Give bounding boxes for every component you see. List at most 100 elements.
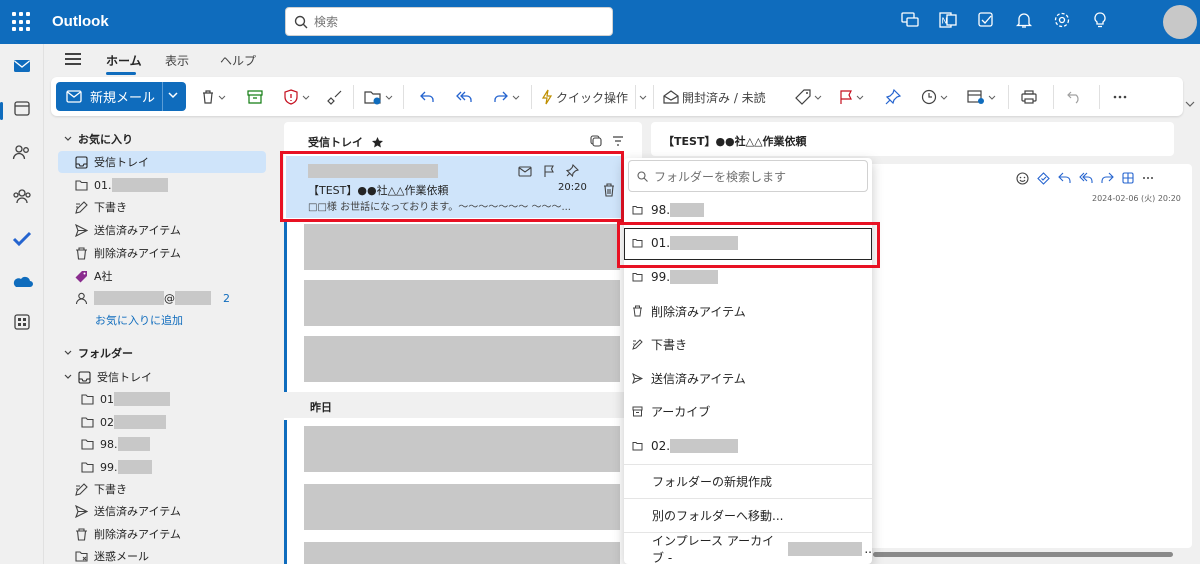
- search-input[interactable]: [314, 14, 594, 29]
- sweep-button[interactable]: [327, 86, 343, 108]
- subfolder-01[interactable]: 01: [81, 390, 170, 408]
- favorite-drafts[interactable]: 下書き: [75, 198, 127, 216]
- favorites-header[interactable]: お気に入り: [64, 130, 133, 148]
- emoji-icon[interactable]: [1016, 172, 1029, 185]
- subfolder-98[interactable]: 98.: [81, 435, 150, 453]
- favorite-inbox[interactable]: 受信トレイ: [75, 153, 149, 171]
- more-apps-icon[interactable]: [11, 311, 33, 333]
- more-options-icon[interactable]: [1142, 172, 1154, 184]
- flag-icon: [840, 90, 852, 104]
- quick-steps-dropdown[interactable]: [639, 86, 647, 108]
- tab-help[interactable]: ヘルプ: [220, 52, 256, 69]
- apps-grid-icon[interactable]: [1122, 172, 1134, 184]
- folder-inbox-label: 受信トレイ: [97, 371, 152, 384]
- delete-button[interactable]: [201, 86, 226, 108]
- menu-new-folder[interactable]: フォルダーの新規作成: [624, 469, 872, 493]
- todo-icon[interactable]: [976, 10, 996, 30]
- message-list: 受信トレイ 【TEST】●●社△△作業依頼 20:20 □□様 お世話になってお…: [280, 122, 642, 564]
- pin-button[interactable]: [885, 86, 901, 108]
- menu-folder-98[interactable]: 98.: [624, 198, 872, 222]
- star-icon[interactable]: [371, 136, 384, 149]
- gear-icon[interactable]: [1052, 10, 1072, 30]
- todo-app-icon[interactable]: [11, 228, 33, 250]
- folder-sent[interactable]: 送信済みアイテム: [75, 502, 181, 520]
- print-button[interactable]: [1021, 86, 1037, 108]
- forward-icon[interactable]: [1101, 172, 1114, 184]
- onenote-icon[interactable]: N: [938, 10, 958, 30]
- add-favorite-link[interactable]: お気に入りに追加: [95, 311, 183, 329]
- lightbulb-icon[interactable]: [1090, 10, 1110, 30]
- tab-view[interactable]: 表示: [165, 52, 189, 69]
- favorite-sent[interactable]: 送信済みアイテム: [75, 221, 181, 239]
- folder-junk[interactable]: 迷惑メール: [75, 547, 149, 564]
- favorite-person[interactable]: @2: [75, 289, 230, 307]
- undo-button[interactable]: [1067, 86, 1083, 108]
- bell-icon[interactable]: [1014, 10, 1034, 30]
- menu-folder-02[interactable]: 02.: [624, 434, 872, 458]
- subfolder-02[interactable]: 02: [81, 413, 166, 431]
- folder-search-box[interactable]: フォルダーを検索します: [628, 160, 868, 192]
- horizontal-scrollbar[interactable]: [873, 552, 1173, 557]
- report-button[interactable]: [283, 86, 310, 108]
- message-row[interactable]: [304, 484, 620, 530]
- read-unread-button[interactable]: 開封済み / 未読: [663, 86, 766, 108]
- more-options-icon[interactable]: [1113, 86, 1127, 108]
- tab-home[interactable]: ホーム: [106, 52, 142, 69]
- forward-button[interactable]: [493, 86, 520, 108]
- reply-icon[interactable]: [1058, 172, 1071, 184]
- app-title[interactable]: Outlook: [52, 13, 109, 30]
- reply-button[interactable]: [419, 86, 435, 108]
- favorite-folder-01[interactable]: 01.: [75, 176, 168, 194]
- menu-archive[interactable]: アーカイブ: [624, 399, 872, 423]
- menu-drafts[interactable]: 下書き: [624, 332, 872, 356]
- message-row[interactable]: [304, 542, 620, 564]
- hamburger-icon[interactable]: [65, 53, 81, 65]
- move-to-button[interactable]: [364, 86, 393, 108]
- onedrive-icon[interactable]: [11, 270, 33, 292]
- message-row[interactable]: [304, 280, 620, 326]
- folder-deleted[interactable]: 削除済みアイテム: [75, 525, 181, 543]
- reply-all-icon: [456, 91, 472, 102]
- flag-button[interactable]: [839, 86, 864, 108]
- menu-sent[interactable]: 送信済みアイテム: [624, 366, 872, 390]
- mail-icon[interactable]: [11, 55, 33, 77]
- sticker-icon[interactable]: [1037, 172, 1050, 185]
- chevron-down-icon: [64, 350, 72, 355]
- subfolder-99[interactable]: 99.: [81, 458, 152, 476]
- calendar-icon[interactable]: [11, 97, 33, 119]
- folder-drafts[interactable]: 下書き: [75, 480, 127, 498]
- folder-inbox[interactable]: 受信トレイ: [64, 368, 152, 386]
- filter-icon[interactable]: [612, 136, 624, 146]
- menu-inplace-archive[interactable]: インプレース アーカイブ -..: [624, 534, 872, 564]
- menu-deleted[interactable]: 削除済みアイテム: [624, 299, 872, 323]
- people-icon[interactable]: [11, 141, 33, 163]
- message-row[interactable]: [304, 336, 620, 382]
- rules-button[interactable]: [967, 86, 996, 108]
- snooze-button[interactable]: [921, 86, 948, 108]
- expand-ribbon-icon[interactable]: [1185, 100, 1195, 108]
- app-launcher-icon[interactable]: [12, 12, 32, 32]
- avatar[interactable]: [1163, 5, 1197, 39]
- search-box[interactable]: [285, 7, 613, 36]
- menu-move-to-other[interactable]: 別のフォルダーへ移動...: [624, 503, 872, 527]
- message-date: 2024-02-06 (火) 20:20: [1092, 194, 1181, 203]
- new-mail-button[interactable]: 新規メール: [56, 82, 186, 111]
- archive-button[interactable]: [247, 86, 263, 108]
- reply-all-icon[interactable]: [1079, 172, 1093, 184]
- message-row[interactable]: [304, 426, 620, 472]
- select-icon[interactable]: [590, 135, 602, 147]
- favorite-inbox-label: 受信トレイ: [94, 156, 149, 169]
- menu-folder-99[interactable]: 99.: [624, 265, 872, 289]
- categorize-button[interactable]: [795, 86, 822, 108]
- favorite-category-a[interactable]: A社: [75, 267, 113, 285]
- menu-deleted-label: 削除済みアイテム: [651, 304, 746, 319]
- favorite-deleted[interactable]: 削除済みアイテム: [75, 244, 181, 262]
- folders-header[interactable]: フォルダー: [64, 344, 133, 362]
- groups-icon[interactable]: [11, 185, 33, 207]
- message-row[interactable]: [304, 224, 620, 270]
- quick-steps-button[interactable]: クイック操作: [541, 86, 628, 108]
- meet-now-icon[interactable]: [900, 10, 920, 30]
- reply-all-button[interactable]: [455, 86, 473, 108]
- reading-pane-subject: 【TEST】●●社△△作業依頼: [651, 122, 1174, 156]
- chevron-down-icon[interactable]: [166, 88, 180, 102]
